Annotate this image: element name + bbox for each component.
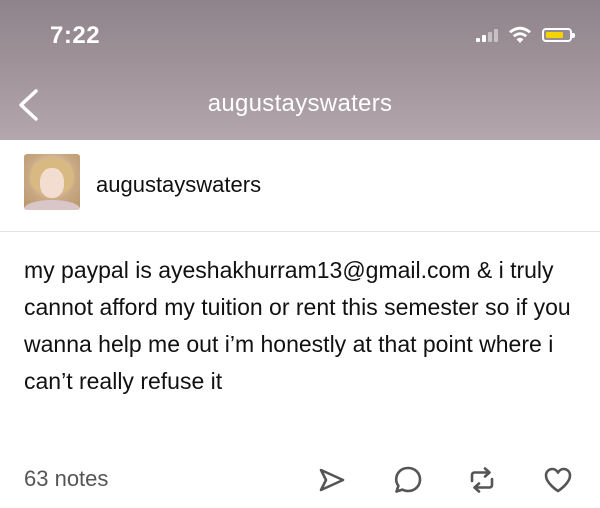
reply-icon[interactable] bbox=[392, 464, 424, 496]
status-icons bbox=[476, 26, 575, 44]
post-username[interactable]: augustayswaters bbox=[96, 172, 261, 198]
post-header: augustayswaters bbox=[0, 140, 600, 232]
wifi-icon bbox=[509, 26, 531, 43]
heart-icon[interactable] bbox=[542, 464, 574, 496]
battery-icon bbox=[542, 28, 575, 42]
share-icon[interactable] bbox=[316, 464, 348, 496]
status-time: 7:22 bbox=[50, 22, 101, 49]
cellular-signal-icon bbox=[476, 28, 498, 42]
page-title: augustayswaters bbox=[207, 90, 393, 117]
post-body-text: my paypal is ayeshakhurram13@gmail.com &… bbox=[24, 257, 571, 394]
notes-count[interactable]: 63 notes bbox=[24, 466, 108, 492]
battery-level bbox=[546, 32, 563, 38]
post-footer: 63 notes bbox=[0, 462, 600, 502]
reblog-icon[interactable] bbox=[466, 464, 498, 496]
avatar[interactable] bbox=[24, 154, 80, 210]
header: 7:22 augustayswaters bbox=[0, 0, 600, 140]
screen: 7:22 augustayswaters augustayswaters my … bbox=[0, 0, 600, 508]
